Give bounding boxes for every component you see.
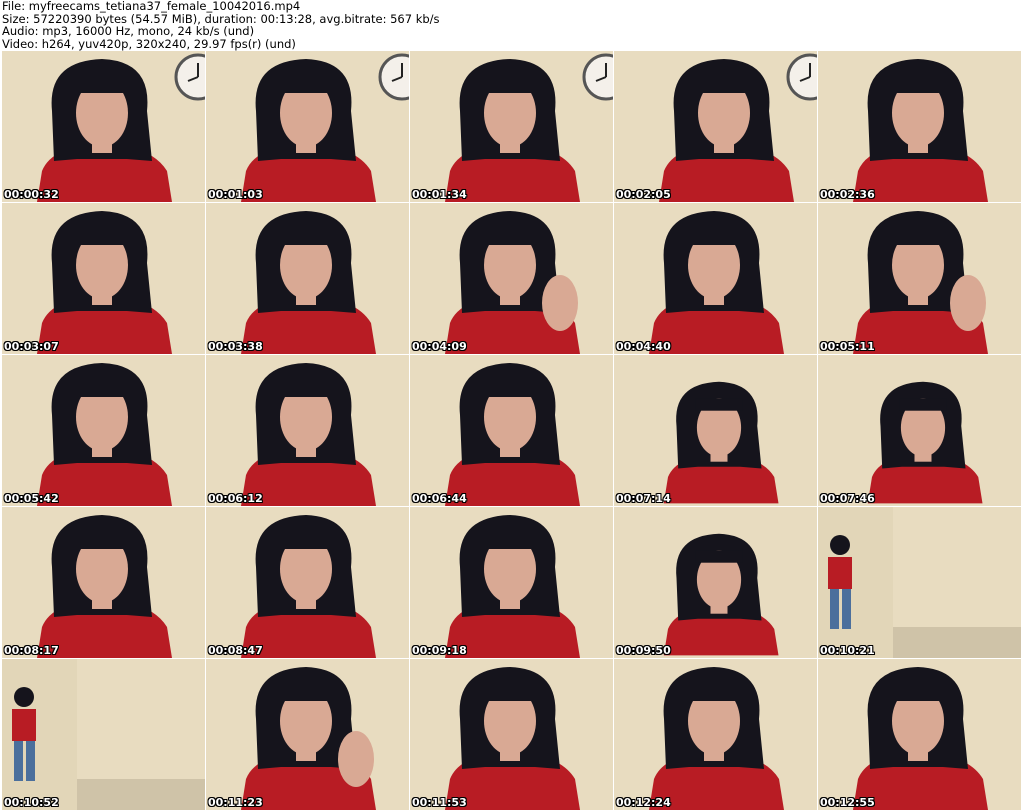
video-thumbnail: 00:12:24: [614, 659, 817, 810]
video-thumbnail: 00:08:47: [206, 507, 409, 658]
video-thumbnail: 00:06:44: [410, 355, 613, 506]
file-name-line: File: myfreecams_tetiana37_female_100420…: [2, 0, 301, 13]
video-thumbnail: 00:04:40: [614, 203, 817, 354]
timestamp-label: 00:12:55: [820, 796, 875, 809]
video-thumbnail: 00:10:21: [818, 507, 1021, 658]
timestamp-label: 00:10:21: [820, 644, 875, 657]
timestamp-label: 00:05:11: [820, 340, 875, 353]
video-thumbnail: 00:03:38: [206, 203, 409, 354]
video-thumbnail: 00:05:42: [2, 355, 205, 506]
timestamp-label: 00:08:17: [4, 644, 59, 657]
wall-clock-icon: [582, 53, 613, 101]
video-thumbnail: 00:09:50: [614, 507, 817, 658]
video-thumbnail: 00:07:46: [818, 355, 1021, 506]
video-thumbnail: 00:11:23: [206, 659, 409, 810]
timestamp-label: 00:03:38: [208, 340, 263, 353]
wall-clock-icon: [174, 53, 205, 101]
timestamp-label: 00:09:18: [412, 644, 467, 657]
video-thumbnail: 00:08:17: [2, 507, 205, 658]
wall-clock-icon: [378, 53, 409, 101]
video-thumbnail: 00:01:34: [410, 51, 613, 202]
video-thumbnail: 00:05:11: [818, 203, 1021, 354]
video-thumbnail: 00:11:53: [410, 659, 613, 810]
video-thumbnail: 00:03:07: [2, 203, 205, 354]
timestamp-label: 00:04:40: [616, 340, 671, 353]
video-thumbnail: 00:01:03: [206, 51, 409, 202]
timestamp-label: 00:02:36: [820, 188, 875, 201]
timestamp-label: 00:11:23: [208, 796, 263, 809]
timestamp-label: 00:12:24: [616, 796, 671, 809]
video-thumbnail: 00:06:12: [206, 355, 409, 506]
wall-clock-icon: [786, 53, 817, 101]
hand-icon: [338, 731, 374, 787]
timestamp-label: 00:06:12: [208, 492, 263, 505]
timestamp-label: 00:01:34: [412, 188, 467, 201]
video-info-line: Video: h264, yuv420p, 320x240, 29.97 fps…: [2, 36, 296, 51]
video-thumbnail: 00:04:09: [410, 203, 613, 354]
timestamp-label: 00:05:42: [4, 492, 59, 505]
video-thumbnail: 00:02:36: [818, 51, 1021, 202]
audio-info-line: Audio: mp3, 16000 Hz, mono, 24 kb/s (und…: [2, 24, 255, 38]
timestamp-label: 00:07:14: [616, 492, 671, 505]
hand-icon: [950, 275, 986, 331]
timestamp-label: 00:11:53: [412, 796, 467, 809]
file-info-header: File: myfreecams_tetiana37_female_100420…: [2, 0, 1022, 50]
thumbnail-grid: 00:00:32 00:01:03 00:01:34 00:02:05 00:0…: [2, 51, 1022, 811]
timestamp-label: 00:08:47: [208, 644, 263, 657]
timestamp-label: 00:10:52: [4, 796, 59, 809]
timestamp-label: 00:02:05: [616, 188, 671, 201]
timestamp-label: 00:06:44: [412, 492, 467, 505]
timestamp-label: 00:00:32: [4, 188, 59, 201]
video-thumbnail: 00:12:55: [818, 659, 1021, 810]
hand-icon: [542, 275, 578, 331]
timestamp-label: 00:03:07: [4, 340, 59, 353]
video-thumbnail: 00:09:18: [410, 507, 613, 658]
video-thumbnail: 00:02:05: [614, 51, 817, 202]
timestamp-label: 00:07:46: [820, 492, 875, 505]
timestamp-label: 00:01:03: [208, 188, 263, 201]
video-thumbnail: 00:10:52: [2, 659, 205, 810]
video-thumbnail: 00:07:14: [614, 355, 817, 506]
timestamp-label: 00:04:09: [412, 340, 467, 353]
video-thumbnail: 00:00:32: [2, 51, 205, 202]
timestamp-label: 00:09:50: [616, 644, 671, 657]
